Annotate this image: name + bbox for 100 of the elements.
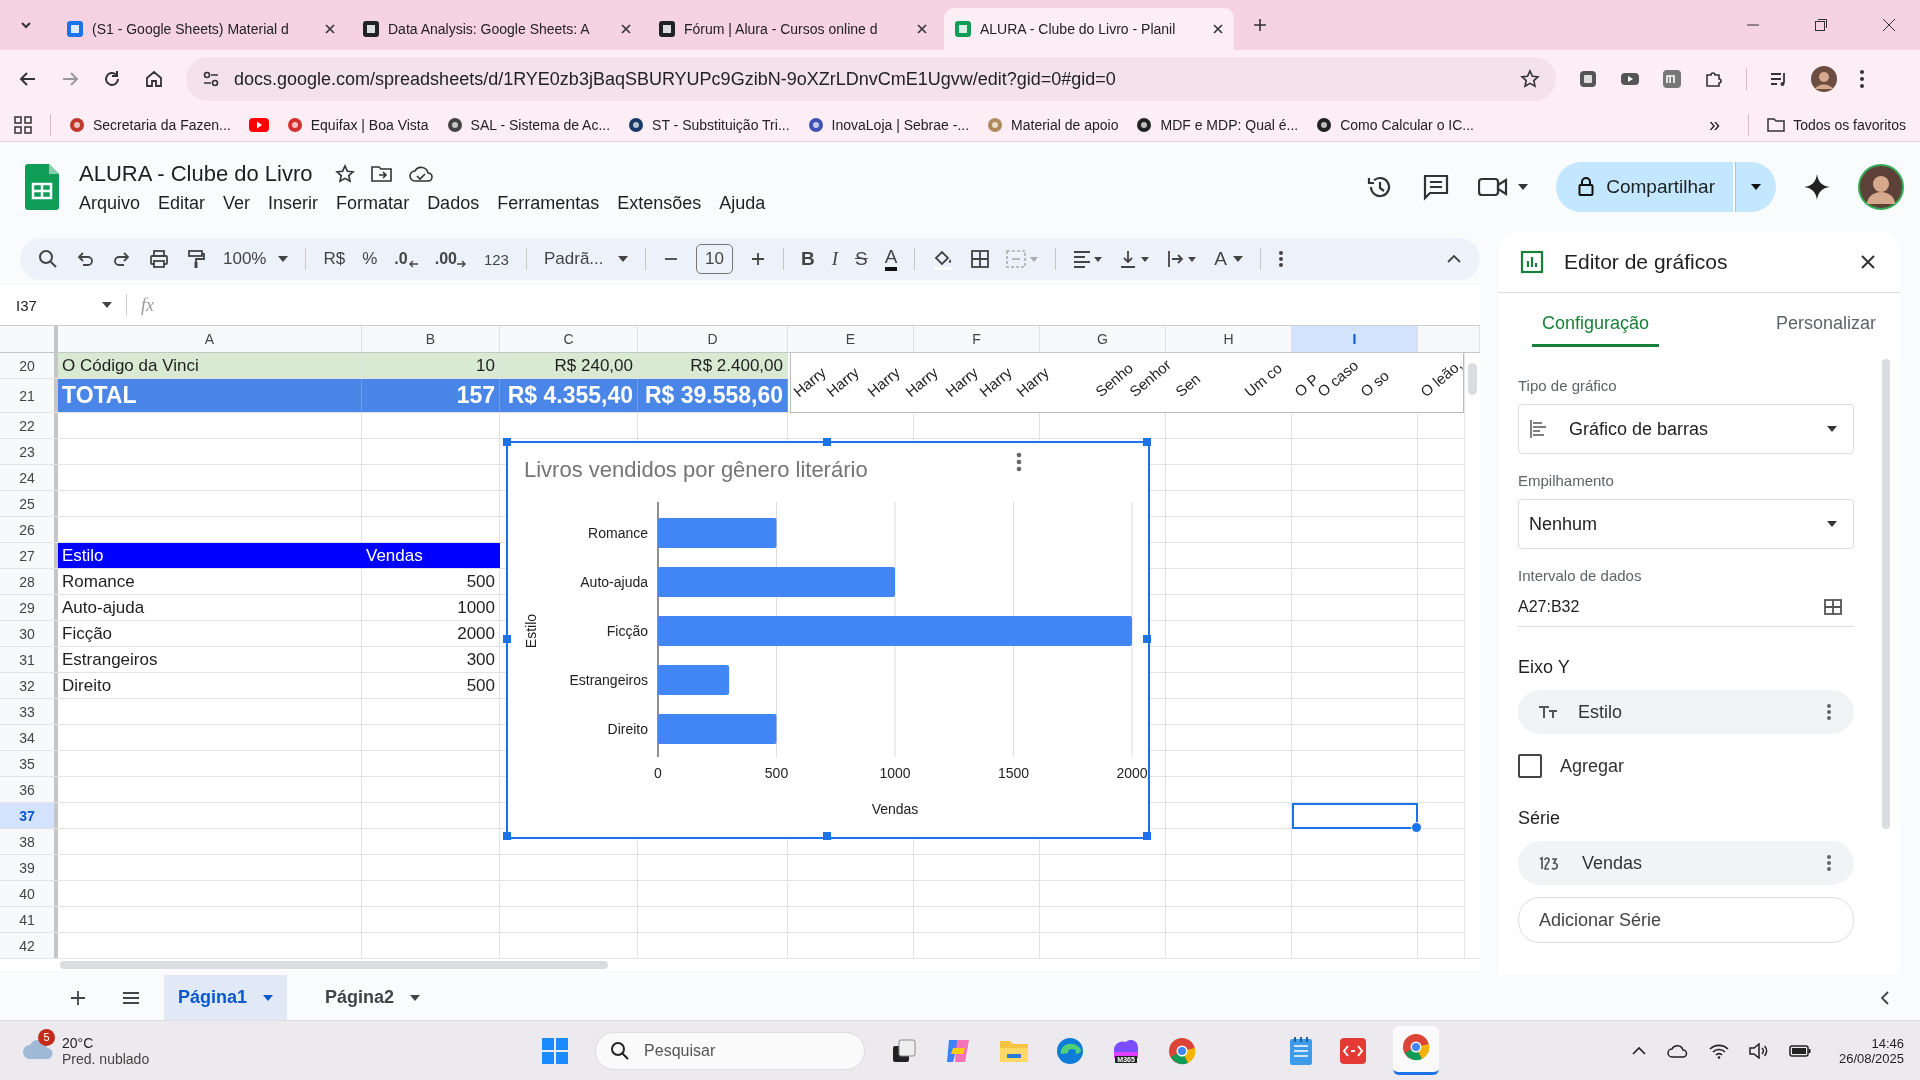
home-icon[interactable] bbox=[144, 69, 164, 89]
text-wrap-icon[interactable] bbox=[1167, 250, 1198, 268]
new-tab-icon[interactable] bbox=[1252, 17, 1268, 33]
address-bar[interactable]: docs.google.com/spreadsheets/d/1RYE0zb3jBaqSBURYUPc9GzibN-9oXZrLDnvCmE1Ugvw/edit?gid=0#gid=0 bbox=[186, 57, 1556, 101]
close-icon[interactable] bbox=[324, 23, 336, 35]
percent-format-button[interactable]: % bbox=[362, 249, 378, 269]
row-header[interactable]: 37 bbox=[0, 803, 58, 828]
data-range-field[interactable]: A27:B32 bbox=[1518, 594, 1854, 627]
row-header[interactable]: 30 bbox=[0, 621, 58, 646]
avatar-icon[interactable] bbox=[1858, 164, 1904, 210]
resize-handle[interactable] bbox=[1143, 635, 1151, 643]
more-icon[interactable] bbox=[1826, 703, 1832, 721]
row-header[interactable]: 32 bbox=[0, 673, 58, 698]
extension-icon[interactable] bbox=[1662, 69, 1682, 89]
app-icon[interactable] bbox=[1339, 1036, 1368, 1065]
borders-icon[interactable] bbox=[971, 250, 990, 268]
chart[interactable]: Livros vendidos por gênero literário Romance Auto-ajuda Ficção Estrangeiros Direito 0 500 1000 1500 2000 Vendas Estilo bbox=[506, 441, 1150, 839]
format-button[interactable]: B bbox=[800, 248, 815, 270]
chart-type-dropdown[interactable]: Gráfico de barras bbox=[1518, 404, 1854, 454]
sheets-logo-icon[interactable] bbox=[25, 164, 59, 210]
stacking-dropdown[interactable]: Nenhum bbox=[1518, 499, 1854, 549]
row-header[interactable]: 26 bbox=[0, 517, 58, 542]
avatar-icon[interactable] bbox=[1811, 66, 1837, 92]
windows-start-icon[interactable] bbox=[541, 1036, 570, 1065]
currency-format-button[interactable]: R$ bbox=[323, 249, 346, 269]
apps-icon[interactable] bbox=[14, 115, 32, 134]
close-icon[interactable] bbox=[1882, 18, 1896, 32]
star-icon[interactable] bbox=[1520, 69, 1540, 89]
axis-chip[interactable]: Estilo bbox=[1518, 690, 1854, 734]
menu-icon[interactable] bbox=[122, 990, 140, 1005]
fill-color-icon[interactable] bbox=[932, 248, 955, 270]
bookmark-link[interactable]: Equifax | Boa Vista bbox=[286, 116, 429, 133]
close-icon[interactable] bbox=[1212, 23, 1224, 35]
bookmark-link[interactable]: InovaLoja | Sebrae -... bbox=[807, 116, 970, 133]
resize-handle[interactable] bbox=[1143, 832, 1151, 840]
row-header[interactable]: 33 bbox=[0, 699, 58, 724]
search-icon[interactable] bbox=[38, 249, 58, 269]
row-header[interactable]: 41 bbox=[0, 907, 58, 932]
print-icon[interactable] bbox=[149, 249, 169, 269]
video-call-button[interactable] bbox=[1478, 176, 1529, 198]
extension-icon[interactable] bbox=[1578, 69, 1598, 89]
row-header[interactable]: 23 bbox=[0, 439, 58, 464]
panel-tab[interactable]: Configuração bbox=[1532, 305, 1660, 347]
browser-tab[interactable]: ALURA - Clube do Livro - Planil bbox=[944, 8, 1234, 50]
share-button[interactable]: Compartilhar bbox=[1556, 162, 1733, 212]
row-header[interactable]: 29 bbox=[0, 595, 58, 620]
row-header[interactable]: 31 bbox=[0, 647, 58, 672]
resize-handle[interactable] bbox=[503, 635, 511, 643]
battery-icon[interactable] bbox=[1788, 1043, 1811, 1058]
row-header[interactable]: 21 bbox=[0, 379, 58, 412]
site-settings-icon[interactable] bbox=[202, 70, 220, 88]
comment-icon[interactable] bbox=[1422, 173, 1451, 201]
row-header[interactable]: 36 bbox=[0, 777, 58, 802]
move-folder-icon[interactable] bbox=[370, 164, 393, 183]
restore-icon[interactable] bbox=[1814, 18, 1828, 32]
chrome-icon[interactable] bbox=[1401, 1032, 1432, 1062]
edge-icon[interactable] bbox=[1055, 1035, 1086, 1066]
resize-handle[interactable] bbox=[503, 832, 511, 840]
menu-item[interactable]: Inserir bbox=[268, 192, 319, 214]
column-header[interactable]: F bbox=[914, 326, 1040, 352]
font-dropdown[interactable]: Padrã... bbox=[543, 249, 628, 269]
column-header[interactable]: G bbox=[1040, 326, 1166, 352]
cloud-icon[interactable] bbox=[408, 164, 433, 183]
add-series-button[interactable]: Adicionar Série bbox=[1518, 897, 1854, 943]
bookmark-link[interactable]: Secretaria da Fazen... bbox=[69, 116, 231, 133]
puzzle-icon[interactable] bbox=[1704, 69, 1724, 89]
clock-time[interactable]: 14:46 bbox=[1871, 1035, 1904, 1051]
menu-icon[interactable] bbox=[1859, 69, 1865, 89]
plus-icon[interactable] bbox=[749, 251, 766, 267]
browser-tab[interactable]: Fórum | Alura - Cursos online d bbox=[648, 8, 938, 50]
menu-item[interactable]: Extensões bbox=[617, 192, 702, 214]
document-title[interactable]: ALURA - Clube do Livro bbox=[79, 160, 313, 187]
column-header[interactable]: C bbox=[500, 326, 638, 352]
menu-item[interactable]: Ferramentas bbox=[497, 192, 600, 214]
row-header[interactable]: 38 bbox=[0, 829, 58, 854]
bookmark-link[interactable]: ST - Substituição Tri... bbox=[628, 116, 790, 133]
more-icon[interactable] bbox=[1826, 854, 1832, 872]
close-icon[interactable] bbox=[620, 23, 632, 35]
series-chip[interactable]: Vendas bbox=[1518, 841, 1854, 885]
row-header[interactable]: 22 bbox=[0, 413, 58, 438]
bookmark-link[interactable]: Material de apoio bbox=[987, 116, 1119, 133]
sheet-tab[interactable]: Página2 bbox=[311, 975, 435, 1020]
row-header[interactable]: 25 bbox=[0, 491, 58, 516]
vertical-align-icon[interactable] bbox=[1120, 250, 1151, 268]
resize-handle[interactable] bbox=[823, 832, 831, 840]
resize-handle[interactable] bbox=[1143, 438, 1151, 446]
row-header[interactable]: 40 bbox=[0, 881, 58, 906]
align-icon[interactable] bbox=[1073, 250, 1104, 268]
row-header[interactable]: 27 bbox=[0, 543, 58, 568]
clock-date[interactable]: 26/08/2025 bbox=[1838, 1050, 1904, 1066]
menu-item[interactable]: Dados bbox=[427, 192, 480, 214]
format-button[interactable]: S bbox=[854, 248, 868, 270]
task-view-icon[interactable] bbox=[891, 1037, 918, 1064]
sheet-tab[interactable]: Página1 bbox=[164, 975, 288, 1020]
bookmark-link[interactable]: MDF e MDP: Qual é... bbox=[1136, 116, 1299, 133]
column-header[interactable]: D bbox=[638, 326, 788, 352]
bookmark-link[interactable]: SAL - Sistema de Ac... bbox=[446, 116, 611, 133]
browser-tab[interactable]: (S1 - Google Sheets) Material d bbox=[56, 8, 346, 50]
row-header[interactable]: 42 bbox=[0, 933, 58, 958]
column-header[interactable]: B bbox=[362, 326, 500, 352]
